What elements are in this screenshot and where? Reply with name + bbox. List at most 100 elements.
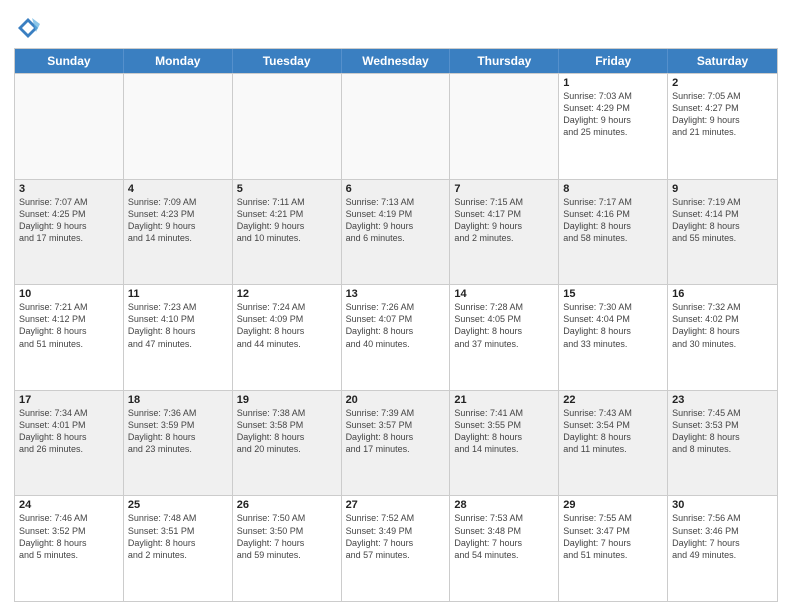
calendar: SundayMondayTuesdayWednesdayThursdayFrid… [14, 48, 778, 602]
calendar-cell: 9Sunrise: 7:19 AM Sunset: 4:14 PM Daylig… [668, 180, 777, 285]
header-day-saturday: Saturday [668, 49, 777, 73]
calendar-cell: 18Sunrise: 7:36 AM Sunset: 3:59 PM Dayli… [124, 391, 233, 496]
calendar-row-3: 10Sunrise: 7:21 AM Sunset: 4:12 PM Dayli… [15, 284, 777, 390]
cell-info: Sunrise: 7:15 AM Sunset: 4:17 PM Dayligh… [454, 196, 554, 245]
cell-info: Sunrise: 7:09 AM Sunset: 4:23 PM Dayligh… [128, 196, 228, 245]
header-day-thursday: Thursday [450, 49, 559, 73]
calendar-cell [450, 74, 559, 179]
calendar-cell: 29Sunrise: 7:55 AM Sunset: 3:47 PM Dayli… [559, 496, 668, 601]
cell-info: Sunrise: 7:23 AM Sunset: 4:10 PM Dayligh… [128, 301, 228, 350]
calendar-cell: 10Sunrise: 7:21 AM Sunset: 4:12 PM Dayli… [15, 285, 124, 390]
day-number: 15 [563, 288, 663, 300]
cell-info: Sunrise: 7:36 AM Sunset: 3:59 PM Dayligh… [128, 407, 228, 456]
day-number: 17 [19, 394, 119, 406]
day-number: 14 [454, 288, 554, 300]
header-day-sunday: Sunday [15, 49, 124, 73]
cell-info: Sunrise: 7:32 AM Sunset: 4:02 PM Dayligh… [672, 301, 773, 350]
day-number: 16 [672, 288, 773, 300]
cell-info: Sunrise: 7:55 AM Sunset: 3:47 PM Dayligh… [563, 512, 663, 561]
day-number: 24 [19, 499, 119, 511]
calendar-cell: 3Sunrise: 7:07 AM Sunset: 4:25 PM Daylig… [15, 180, 124, 285]
cell-info: Sunrise: 7:39 AM Sunset: 3:57 PM Dayligh… [346, 407, 446, 456]
day-number: 6 [346, 183, 446, 195]
calendar-body: 1Sunrise: 7:03 AM Sunset: 4:29 PM Daylig… [15, 73, 777, 601]
day-number: 2 [672, 77, 773, 89]
cell-info: Sunrise: 7:56 AM Sunset: 3:46 PM Dayligh… [672, 512, 773, 561]
day-number: 10 [19, 288, 119, 300]
header-day-monday: Monday [124, 49, 233, 73]
cell-info: Sunrise: 7:17 AM Sunset: 4:16 PM Dayligh… [563, 196, 663, 245]
day-number: 12 [237, 288, 337, 300]
cell-info: Sunrise: 7:24 AM Sunset: 4:09 PM Dayligh… [237, 301, 337, 350]
cell-info: Sunrise: 7:53 AM Sunset: 3:48 PM Dayligh… [454, 512, 554, 561]
calendar-cell: 5Sunrise: 7:11 AM Sunset: 4:21 PM Daylig… [233, 180, 342, 285]
calendar-cell: 28Sunrise: 7:53 AM Sunset: 3:48 PM Dayli… [450, 496, 559, 601]
calendar-cell: 7Sunrise: 7:15 AM Sunset: 4:17 PM Daylig… [450, 180, 559, 285]
calendar-row-2: 3Sunrise: 7:07 AM Sunset: 4:25 PM Daylig… [15, 179, 777, 285]
calendar-row-4: 17Sunrise: 7:34 AM Sunset: 4:01 PM Dayli… [15, 390, 777, 496]
page: SundayMondayTuesdayWednesdayThursdayFrid… [0, 0, 792, 612]
calendar-cell [15, 74, 124, 179]
cell-info: Sunrise: 7:52 AM Sunset: 3:49 PM Dayligh… [346, 512, 446, 561]
day-number: 20 [346, 394, 446, 406]
logo-icon [14, 14, 42, 42]
cell-info: Sunrise: 7:07 AM Sunset: 4:25 PM Dayligh… [19, 196, 119, 245]
cell-info: Sunrise: 7:30 AM Sunset: 4:04 PM Dayligh… [563, 301, 663, 350]
calendar-row-5: 24Sunrise: 7:46 AM Sunset: 3:52 PM Dayli… [15, 495, 777, 601]
day-number: 1 [563, 77, 663, 89]
logo [14, 14, 46, 42]
day-number: 18 [128, 394, 228, 406]
day-number: 13 [346, 288, 446, 300]
calendar-row-1: 1Sunrise: 7:03 AM Sunset: 4:29 PM Daylig… [15, 73, 777, 179]
day-number: 3 [19, 183, 119, 195]
calendar-cell: 22Sunrise: 7:43 AM Sunset: 3:54 PM Dayli… [559, 391, 668, 496]
cell-info: Sunrise: 7:34 AM Sunset: 4:01 PM Dayligh… [19, 407, 119, 456]
cell-info: Sunrise: 7:21 AM Sunset: 4:12 PM Dayligh… [19, 301, 119, 350]
calendar-cell: 15Sunrise: 7:30 AM Sunset: 4:04 PM Dayli… [559, 285, 668, 390]
cell-info: Sunrise: 7:11 AM Sunset: 4:21 PM Dayligh… [237, 196, 337, 245]
calendar-cell [342, 74, 451, 179]
day-number: 7 [454, 183, 554, 195]
day-number: 28 [454, 499, 554, 511]
header-day-tuesday: Tuesday [233, 49, 342, 73]
cell-info: Sunrise: 7:28 AM Sunset: 4:05 PM Dayligh… [454, 301, 554, 350]
cell-info: Sunrise: 7:13 AM Sunset: 4:19 PM Dayligh… [346, 196, 446, 245]
header-day-wednesday: Wednesday [342, 49, 451, 73]
calendar-cell: 19Sunrise: 7:38 AM Sunset: 3:58 PM Dayli… [233, 391, 342, 496]
cell-info: Sunrise: 7:38 AM Sunset: 3:58 PM Dayligh… [237, 407, 337, 456]
day-number: 26 [237, 499, 337, 511]
calendar-cell: 1Sunrise: 7:03 AM Sunset: 4:29 PM Daylig… [559, 74, 668, 179]
calendar-cell: 21Sunrise: 7:41 AM Sunset: 3:55 PM Dayli… [450, 391, 559, 496]
cell-info: Sunrise: 7:46 AM Sunset: 3:52 PM Dayligh… [19, 512, 119, 561]
cell-info: Sunrise: 7:26 AM Sunset: 4:07 PM Dayligh… [346, 301, 446, 350]
day-number: 9 [672, 183, 773, 195]
cell-info: Sunrise: 7:43 AM Sunset: 3:54 PM Dayligh… [563, 407, 663, 456]
calendar-cell [124, 74, 233, 179]
day-number: 22 [563, 394, 663, 406]
calendar-cell: 6Sunrise: 7:13 AM Sunset: 4:19 PM Daylig… [342, 180, 451, 285]
cell-info: Sunrise: 7:19 AM Sunset: 4:14 PM Dayligh… [672, 196, 773, 245]
calendar-cell: 30Sunrise: 7:56 AM Sunset: 3:46 PM Dayli… [668, 496, 777, 601]
calendar-cell: 25Sunrise: 7:48 AM Sunset: 3:51 PM Dayli… [124, 496, 233, 601]
calendar-cell: 13Sunrise: 7:26 AM Sunset: 4:07 PM Dayli… [342, 285, 451, 390]
calendar-cell: 11Sunrise: 7:23 AM Sunset: 4:10 PM Dayli… [124, 285, 233, 390]
calendar-header: SundayMondayTuesdayWednesdayThursdayFrid… [15, 49, 777, 73]
day-number: 27 [346, 499, 446, 511]
cell-info: Sunrise: 7:05 AM Sunset: 4:27 PM Dayligh… [672, 90, 773, 139]
calendar-cell: 2Sunrise: 7:05 AM Sunset: 4:27 PM Daylig… [668, 74, 777, 179]
calendar-cell: 16Sunrise: 7:32 AM Sunset: 4:02 PM Dayli… [668, 285, 777, 390]
day-number: 5 [237, 183, 337, 195]
calendar-cell: 20Sunrise: 7:39 AM Sunset: 3:57 PM Dayli… [342, 391, 451, 496]
calendar-cell: 26Sunrise: 7:50 AM Sunset: 3:50 PM Dayli… [233, 496, 342, 601]
calendar-cell: 12Sunrise: 7:24 AM Sunset: 4:09 PM Dayli… [233, 285, 342, 390]
calendar-cell: 17Sunrise: 7:34 AM Sunset: 4:01 PM Dayli… [15, 391, 124, 496]
day-number: 29 [563, 499, 663, 511]
calendar-cell: 23Sunrise: 7:45 AM Sunset: 3:53 PM Dayli… [668, 391, 777, 496]
cell-info: Sunrise: 7:03 AM Sunset: 4:29 PM Dayligh… [563, 90, 663, 139]
day-number: 25 [128, 499, 228, 511]
day-number: 4 [128, 183, 228, 195]
cell-info: Sunrise: 7:50 AM Sunset: 3:50 PM Dayligh… [237, 512, 337, 561]
calendar-cell: 4Sunrise: 7:09 AM Sunset: 4:23 PM Daylig… [124, 180, 233, 285]
day-number: 19 [237, 394, 337, 406]
day-number: 21 [454, 394, 554, 406]
